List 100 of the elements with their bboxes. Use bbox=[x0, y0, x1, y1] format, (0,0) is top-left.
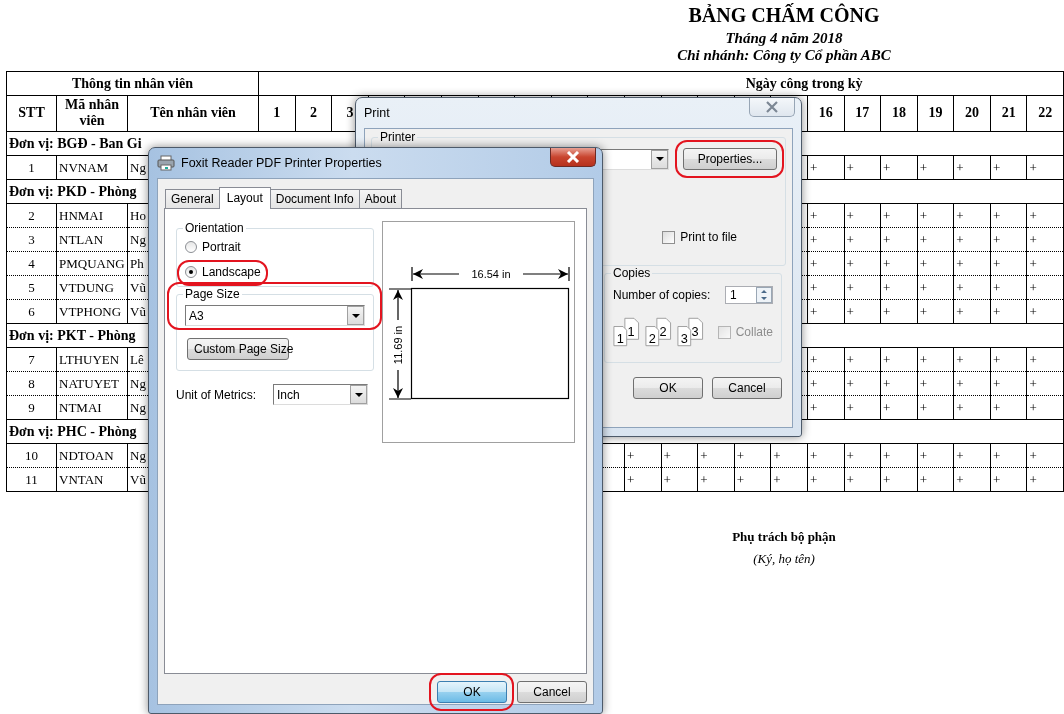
column-header: 2 bbox=[295, 95, 332, 131]
checkbox[interactable]: Print to file bbox=[662, 228, 737, 246]
table-cell: + bbox=[917, 371, 954, 395]
column-header: 19 bbox=[917, 95, 954, 131]
column-header: 17 bbox=[844, 95, 881, 131]
table-cell: + bbox=[880, 467, 918, 491]
table-cell: + bbox=[990, 371, 1027, 395]
table-cell: + bbox=[807, 275, 844, 299]
table-cell: + bbox=[844, 203, 881, 227]
table-cell: VTPHONG bbox=[56, 299, 128, 323]
table-cell: + bbox=[880, 227, 918, 251]
page-number: 3 bbox=[681, 330, 689, 346]
table-cell: + bbox=[807, 371, 844, 395]
column-group-header: Thông tin nhân viên bbox=[6, 71, 259, 95]
table-cell: 11 bbox=[6, 467, 57, 491]
table-cell: + bbox=[880, 251, 918, 275]
table-cell: + bbox=[661, 467, 698, 491]
table-cell: + bbox=[953, 275, 991, 299]
table-cell: + bbox=[1026, 347, 1064, 371]
page-size-select[interactable]: A3 bbox=[185, 305, 365, 326]
tab[interactable]: About bbox=[358, 189, 403, 208]
table-cell: + bbox=[953, 347, 991, 371]
copies-spinbox[interactable]: 1 bbox=[725, 286, 773, 304]
printer-icon bbox=[157, 155, 175, 171]
sheet-subtitle: Tháng 4 năm 2018 bbox=[724, 30, 844, 48]
table-cell: + bbox=[1026, 203, 1064, 227]
table-cell: 4 bbox=[6, 251, 57, 275]
table-cell: + bbox=[844, 371, 881, 395]
close-button[interactable] bbox=[550, 148, 596, 167]
properties-button[interactable]: Properties... bbox=[683, 148, 777, 170]
column-header: 18 bbox=[880, 95, 918, 131]
column-header: 21 bbox=[990, 95, 1027, 131]
group-label: Page Size bbox=[184, 287, 241, 301]
table-cell: + bbox=[770, 443, 808, 467]
table-cell: + bbox=[990, 275, 1027, 299]
table-cell: + bbox=[880, 371, 918, 395]
column-header: 22 bbox=[1026, 95, 1064, 131]
table-cell: + bbox=[807, 395, 844, 419]
table-cell: + bbox=[844, 347, 881, 371]
table-cell: NDTOAN bbox=[56, 443, 128, 467]
table-cell: + bbox=[770, 467, 808, 491]
table-cell: + bbox=[1026, 395, 1064, 419]
page-number: 1 bbox=[627, 323, 635, 339]
group-label: Printer bbox=[379, 130, 417, 144]
table-cell: 1 bbox=[6, 155, 57, 179]
table-cell: + bbox=[990, 347, 1027, 371]
table-cell: + bbox=[844, 395, 881, 419]
button[interactable]: OK bbox=[633, 377, 703, 399]
sheet-title: BẢNG CHẤM CÔNG bbox=[687, 2, 881, 28]
tab[interactable]: Layout bbox=[218, 187, 271, 209]
collate-pages-icon bbox=[613, 317, 640, 347]
button[interactable]: OK bbox=[437, 681, 507, 703]
table-cell: + bbox=[880, 395, 918, 419]
table-cell: NVNAM bbox=[56, 155, 128, 179]
table-cell: HNMAI bbox=[56, 203, 128, 227]
unit-select[interactable]: Inch bbox=[273, 384, 368, 405]
table-cell: + bbox=[953, 299, 991, 323]
table-cell: 3 bbox=[6, 227, 57, 251]
table-cell: + bbox=[953, 395, 991, 419]
table-cell: + bbox=[953, 251, 991, 275]
page-number: 2 bbox=[648, 330, 656, 346]
collate-pages-icon bbox=[677, 317, 704, 347]
column-header: 16 bbox=[807, 95, 844, 131]
table-cell: + bbox=[844, 467, 881, 491]
close-icon bbox=[765, 101, 779, 113]
table-cell: + bbox=[917, 251, 954, 275]
field-label: Number of copies: bbox=[613, 287, 711, 304]
table-cell: + bbox=[807, 251, 844, 275]
table-cell: + bbox=[624, 443, 662, 467]
table-cell: + bbox=[1026, 251, 1064, 275]
button[interactable]: Cancel bbox=[517, 681, 587, 703]
column-header: 1 bbox=[258, 95, 296, 131]
table-cell: + bbox=[990, 227, 1027, 251]
table-cell: + bbox=[844, 155, 881, 179]
page-number: 2 bbox=[659, 323, 667, 339]
table-cell: 9 bbox=[6, 395, 57, 419]
table-cell: + bbox=[917, 227, 954, 251]
table-cell: + bbox=[953, 203, 991, 227]
table-cell: + bbox=[844, 227, 881, 251]
table-cell: + bbox=[844, 275, 881, 299]
table-cell: + bbox=[807, 227, 844, 251]
table-cell: + bbox=[880, 299, 918, 323]
button[interactable]: Cancel bbox=[712, 377, 782, 399]
table-cell: + bbox=[917, 275, 954, 299]
page-number: 3 bbox=[692, 323, 700, 339]
tab[interactable]: General bbox=[165, 189, 220, 208]
signature-title: Phụ trách bộ phận bbox=[731, 527, 837, 546]
radio-button[interactable]: Portrait bbox=[185, 239, 241, 254]
tab[interactable]: Document Info bbox=[269, 189, 360, 208]
table-cell: 8 bbox=[6, 371, 57, 395]
table-cell: + bbox=[1026, 299, 1064, 323]
table-cell: + bbox=[807, 467, 844, 491]
table-cell: + bbox=[807, 155, 844, 179]
table-cell: + bbox=[917, 395, 954, 419]
table-cell: + bbox=[1026, 275, 1064, 299]
table-cell: + bbox=[917, 467, 954, 491]
table-cell: + bbox=[697, 467, 735, 491]
table-cell: + bbox=[953, 371, 991, 395]
table-cell: + bbox=[1026, 467, 1064, 491]
table-cell: 6 bbox=[6, 299, 57, 323]
